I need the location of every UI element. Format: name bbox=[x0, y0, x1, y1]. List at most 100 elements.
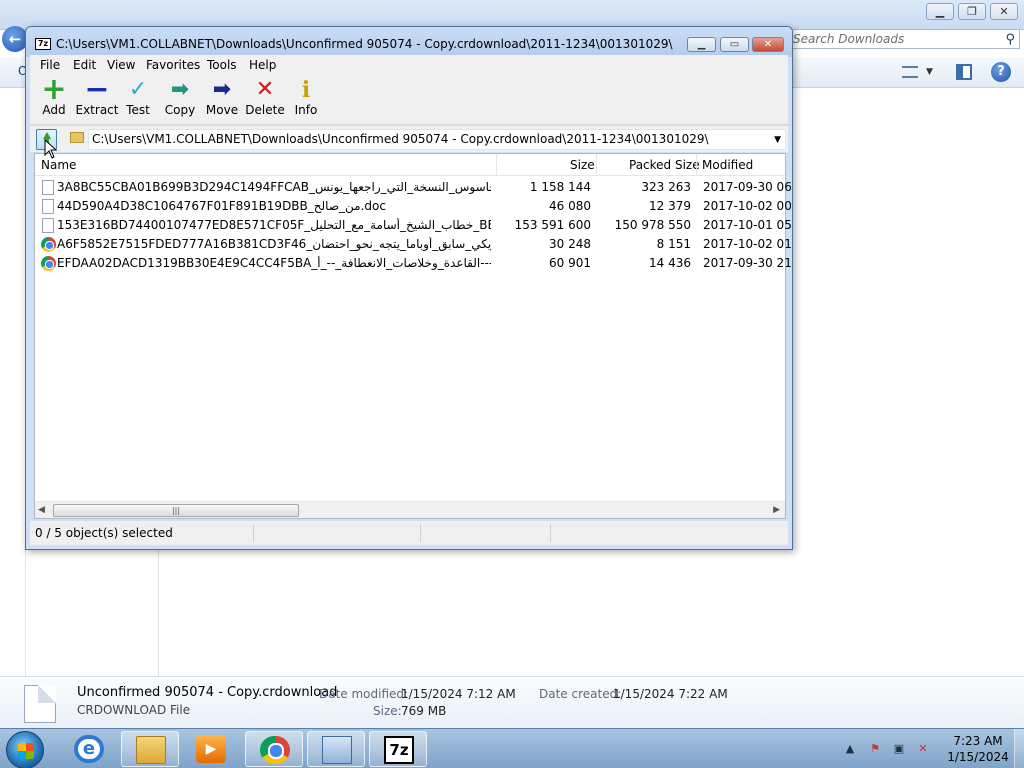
file-name: 44D590A4D38C1064767F01F891B19DBB_من_صالح… bbox=[57, 199, 386, 213]
move-icon: ➡ bbox=[212, 77, 232, 102]
copy-button[interactable]: ➡ Copy bbox=[156, 77, 204, 123]
info-button[interactable]: i Info bbox=[282, 77, 330, 123]
horizontal-scrollbar[interactable]: ◀ ||| ▶ bbox=[35, 501, 785, 518]
file-row[interactable]: 3A8BC55CBA01B699B3D294C1494FFCAB_بحث_الج… bbox=[35, 178, 793, 197]
file-name: EFDAA02DACD1319BB30E4E9C4CC4F5BA_رائع_جد… bbox=[57, 256, 491, 270]
minimize-button[interactable]: ▁ bbox=[687, 37, 716, 52]
folder-library-icon bbox=[136, 736, 166, 764]
details-modified-value: 1/15/2024 7:12 AM bbox=[401, 687, 516, 701]
details-size-label: Size: bbox=[373, 704, 402, 718]
chrome-html-icon bbox=[41, 256, 56, 271]
explorer-search-placeholder: Search Downloads bbox=[793, 32, 905, 46]
file-packed-size: 323 263 bbox=[641, 180, 691, 194]
menu-view[interactable]: View bbox=[107, 58, 135, 72]
preview-pane-icon[interactable] bbox=[956, 64, 972, 80]
toolbar: + Add − Extract ✓ Test ➡ Copy ➡ Move ✕ D… bbox=[30, 75, 788, 125]
details-file-type: CRDOWNLOAD File bbox=[77, 703, 191, 717]
add-button[interactable]: + Add bbox=[30, 75, 78, 123]
column-divider[interactable] bbox=[696, 154, 697, 176]
file-packed-size: 150 978 550 bbox=[614, 218, 691, 232]
show-desktop-button[interactable] bbox=[1014, 729, 1024, 768]
taskbar-chrome[interactable] bbox=[245, 731, 303, 767]
copy-icon: ➡ bbox=[170, 77, 190, 102]
move-label: Move bbox=[205, 103, 239, 117]
file-size: 46 080 bbox=[549, 199, 591, 213]
windows-logo-icon bbox=[18, 743, 34, 759]
file-size: 153 591 600 bbox=[514, 218, 591, 232]
info-label: Info bbox=[294, 103, 318, 117]
test-icon: ✓ bbox=[128, 77, 148, 102]
column-header-size[interactable]: Size bbox=[570, 158, 595, 172]
status-divider bbox=[253, 524, 254, 542]
address-path: C:\Users\VM1.COLLABNET\Downloads\Unconfi… bbox=[92, 132, 709, 146]
copy-label: Copy bbox=[164, 103, 196, 117]
help-icon[interactable]: ? bbox=[991, 62, 1011, 82]
column-divider[interactable] bbox=[596, 154, 597, 176]
explorer-search-input[interactable]: Search Downloads ⚲ bbox=[788, 29, 1020, 49]
maximize-button[interactable]: ▭ bbox=[720, 37, 749, 52]
folder-icon bbox=[70, 132, 84, 143]
volume-muted-icon[interactable]: ✕ bbox=[916, 742, 930, 756]
taskbar-internet-explorer[interactable]: e bbox=[60, 731, 118, 767]
explorer-close-button[interactable]: ✕ bbox=[990, 3, 1018, 20]
explorer-restore-button[interactable]: ❐ bbox=[958, 3, 986, 20]
document-icon bbox=[42, 199, 54, 214]
file-modified: 2017-10-01 05:1 bbox=[703, 218, 793, 232]
document-icon bbox=[42, 218, 54, 233]
menu-favorites[interactable]: Favorites bbox=[146, 58, 200, 72]
taskbar-remote-desktop[interactable] bbox=[307, 731, 365, 767]
move-button[interactable]: ➡ Move bbox=[198, 77, 246, 123]
show-hidden-icons-icon[interactable]: ▲ bbox=[843, 742, 857, 756]
chevron-down-icon[interactable]: ▼ bbox=[774, 131, 781, 149]
chevron-down-icon[interactable]: ▼ bbox=[926, 67, 933, 77]
clock-date[interactable]: 1/15/2024 bbox=[945, 750, 1011, 764]
7zip-logo-icon: 7z bbox=[35, 38, 51, 50]
network-icon[interactable]: ▣ bbox=[892, 742, 906, 756]
file-row[interactable]: A6F5852E7515FDED777A16B381CD3F46_مسئول_أ… bbox=[35, 235, 793, 254]
scrollbar-thumb[interactable]: ||| bbox=[53, 504, 299, 517]
7zip-window: 7z C:\Users\VM1.COLLABNET\Downloads\Unco… bbox=[25, 26, 793, 550]
file-name: 3A8BC55CBA01B699B3D294C1494FFCAB_بحث_الج… bbox=[57, 180, 491, 194]
close-button[interactable]: ✕ bbox=[752, 37, 784, 52]
scroll-left-icon[interactable]: ◀ bbox=[38, 505, 45, 515]
taskbar-file-explorer[interactable] bbox=[121, 731, 179, 767]
file-modified: 2017-10-02 01:3 bbox=[703, 237, 793, 251]
file-name-text: 3A8BC55CBA01B699B3D294C1494FFCAB_بحث_الج… bbox=[57, 180, 491, 194]
remote-desktop-icon bbox=[322, 736, 352, 764]
test-button[interactable]: ✓ Test bbox=[114, 77, 162, 123]
explorer-minimize-button[interactable]: ▁ bbox=[926, 3, 954, 20]
search-icon[interactable]: ⚲ bbox=[1005, 31, 1015, 49]
column-header-name[interactable]: Name bbox=[41, 158, 76, 172]
menu-tools[interactable]: Tools bbox=[207, 58, 237, 72]
file-packed-size: 12 379 bbox=[649, 199, 691, 213]
menu-file[interactable]: File bbox=[40, 58, 60, 72]
change-view-icon[interactable] bbox=[902, 66, 918, 78]
clock-time[interactable]: 7:23 AM bbox=[945, 734, 1011, 748]
file-list: Name Size Packed Size Modified 3A8BC55CB… bbox=[34, 153, 793, 519]
action-center-flag-icon[interactable]: ⚑ bbox=[868, 742, 882, 756]
document-icon bbox=[42, 180, 54, 195]
7zip-icon: 7z bbox=[384, 736, 414, 764]
taskbar-7zip[interactable]: 7z bbox=[369, 731, 427, 767]
file-row[interactable]: EFDAA02DACD1319BB30E4E9C4CC4F5BA_رائع_جد… bbox=[35, 254, 793, 273]
column-divider[interactable] bbox=[496, 154, 497, 176]
file-size: 1 158 144 bbox=[529, 180, 591, 194]
file-modified: 2017-10-02 00:4 bbox=[703, 199, 793, 213]
address-input[interactable]: C:\Users\VM1.COLLABNET\Downloads\Unconfi… bbox=[88, 129, 786, 150]
chrome-html-icon bbox=[41, 237, 56, 252]
menu-edit[interactable]: Edit bbox=[73, 58, 96, 72]
taskbar-media-player[interactable]: ▶ bbox=[182, 731, 240, 767]
details-created-label: Date created: bbox=[539, 687, 622, 701]
file-row[interactable]: 44D590A4D38C1064767F01F891B19DBB_من_صالح… bbox=[35, 197, 793, 216]
start-button[interactable] bbox=[6, 731, 44, 768]
menu-help[interactable]: Help bbox=[249, 58, 276, 72]
test-label: Test bbox=[126, 103, 150, 117]
file-modified: 2017-09-30 21:1 bbox=[703, 256, 793, 270]
column-header-packed-size[interactable]: Packed Size bbox=[629, 158, 700, 172]
taskbar: e ▶ 7z ▲ ⚑ ▣ ✕ 7:23 AM 1/15/2024 bbox=[0, 728, 1024, 768]
column-header-modified[interactable]: Modified bbox=[702, 158, 753, 172]
scroll-right-icon[interactable]: ▶ bbox=[773, 505, 780, 515]
file-row[interactable]: 153E316BD74400107477ED8E571CF05F_خطاب_ال… bbox=[35, 216, 793, 235]
menu-bar: File Edit View Favorites Tools Help bbox=[30, 55, 788, 75]
file-name: A6F5852E7515FDED777A16B381CD3F46_مسئول_أ… bbox=[57, 237, 491, 251]
